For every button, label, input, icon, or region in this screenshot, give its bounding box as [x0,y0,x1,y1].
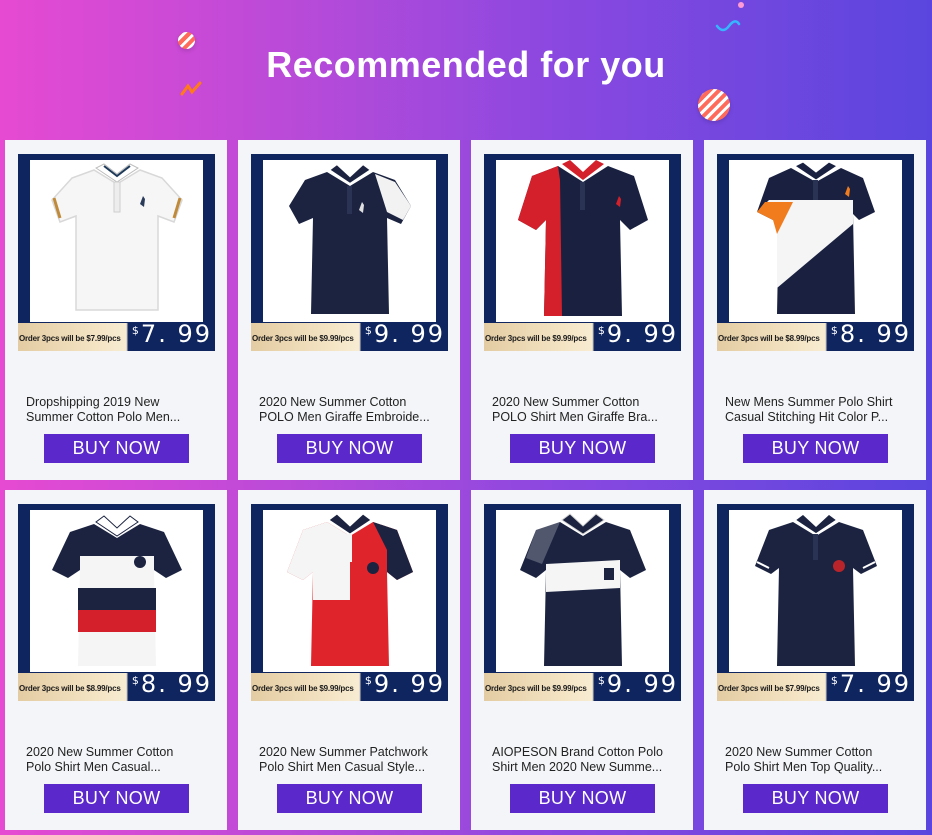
price-band: Order 3pcs will be $8.99/pcs $8. 99 [717,320,914,351]
striped-polo-image [52,515,182,666]
product-card[interactable]: Order 3pcs will be $9.99/pcs $9. 99 2020… [238,140,460,480]
price-band: Order 3pcs will be $9.99/pcs $9. 99 [484,320,681,351]
product-name[interactable]: New Mens Summer Polo Shirt Casual Stitch… [725,395,897,425]
product-name[interactable]: 2020 New Summer Cotton POLO Men Giraffe … [259,395,431,425]
price: $7. 99 [830,670,911,698]
promo-text: Order 3pcs will be $8.99/pcs [19,684,121,693]
product-image[interactable]: Order 3pcs will be $9.99/pcs $9. 99 [251,154,448,351]
product-image[interactable]: Order 3pcs will be $9.99/pcs $9. 99 [484,154,681,351]
product-name[interactable]: 2020 New Summer Cotton Polo Shirt Men Ca… [26,745,198,775]
price-band: Order 3pcs will be $9.99/pcs $9. 99 [484,670,681,701]
product-name[interactable]: 2020 New Summer Patchwork Polo Shirt Men… [259,745,431,775]
buy-now-button[interactable]: BUY NOW [277,434,422,463]
promo-text: Order 3pcs will be $9.99/pcs [252,334,354,343]
buy-now-button[interactable]: BUY NOW [510,784,655,813]
price: $8. 99 [830,320,911,348]
patchwork-polo-image [287,513,413,666]
product-card[interactable]: Order 3pcs will be $8.99/pcs $8. 99 2020… [5,490,227,830]
price-band: Order 3pcs will be $9.99/pcs $9. 99 [251,670,448,701]
price: $9. 99 [597,320,678,348]
product-card[interactable]: Order 3pcs will be $9.99/pcs $9. 99 AIOP… [471,490,693,830]
buy-now-button[interactable]: BUY NOW [277,784,422,813]
product-image[interactable]: Order 3pcs will be $9.99/pcs $9. 99 [484,504,681,701]
product-card[interactable]: Order 3pcs will be $8.99/pcs $8. 99 New … [704,140,926,480]
product-name[interactable]: AIOPESON Brand Cotton Polo Shirt Men 202… [492,745,664,775]
product-image[interactable]: Order 3pcs will be $7.99/pcs $7. 99 [717,504,914,701]
product-card[interactable]: Order 3pcs will be $7.99/pcs $7. 99 Drop… [5,140,227,480]
product-image[interactable]: Order 3pcs will be $8.99/pcs $8. 99 [18,504,215,701]
price: $9. 99 [364,670,445,698]
price-band: Order 3pcs will be $9.99/pcs $9. 99 [251,320,448,351]
promo-text: Order 3pcs will be $7.99/pcs [19,334,121,343]
product-card[interactable]: Order 3pcs will be $7.99/pcs $7. 99 2020… [704,490,926,830]
buy-now-button[interactable]: BUY NOW [743,434,888,463]
price: $8. 99 [131,670,212,698]
band-polo-image [520,513,646,666]
product-grid: Order 3pcs will be $7.99/pcs $7. 99 Drop… [5,140,929,830]
price: $9. 99 [364,320,445,348]
price-band: Order 3pcs will be $7.99/pcs $7. 99 [18,320,215,351]
price: $7. 99 [131,320,212,348]
product-image[interactable]: Order 3pcs will be $8.99/pcs $8. 99 [717,154,914,351]
promo-text: Order 3pcs will be $9.99/pcs [485,684,587,693]
product-name[interactable]: 2020 New Summer Cotton POLO Shirt Men Gi… [492,395,664,425]
price-band: Order 3pcs will be $7.99/pcs $7. 99 [717,670,914,701]
header-banner: Recommended for you [0,0,932,140]
price-band: Order 3pcs will be $8.99/pcs $8. 99 [18,670,215,701]
product-image[interactable]: Order 3pcs will be $9.99/pcs $9. 99 [251,504,448,701]
product-card[interactable]: Order 3pcs will be $9.99/pcs $9. 99 2020… [238,490,460,830]
promo-text: Order 3pcs will be $9.99/pcs [252,684,354,693]
emblem-polo-image [755,513,877,666]
navy-red-polo-image [518,160,648,316]
promo-text: Order 3pcs will be $9.99/pcs [485,334,587,343]
price: $9. 99 [597,670,678,698]
confetti-icon [715,20,741,32]
color-block-polo-image [757,161,875,314]
navy-polo-image [289,162,411,314]
section-title: Recommended for you [266,44,666,85]
promo-text: Order 3pcs will be $7.99/pcs [718,684,820,693]
buy-now-button[interactable]: BUY NOW [743,784,888,813]
white-polo-image [51,163,183,311]
product-card[interactable]: Order 3pcs will be $9.99/pcs $9. 99 2020… [471,140,693,480]
confetti-icon [738,2,744,8]
product-image[interactable]: Order 3pcs will be $7.99/pcs $7. 99 [18,154,215,351]
buy-now-button[interactable]: BUY NOW [510,434,655,463]
buy-now-button[interactable]: BUY NOW [44,784,189,813]
product-name[interactable]: 2020 New Summer Cotton Polo Shirt Men To… [725,745,897,775]
buy-now-button[interactable]: BUY NOW [44,434,189,463]
striped-ball-decoration [698,89,730,121]
promo-text: Order 3pcs will be $8.99/pcs [718,334,820,343]
product-name[interactable]: Dropshipping 2019 New Summer Cotton Polo… [26,395,198,425]
